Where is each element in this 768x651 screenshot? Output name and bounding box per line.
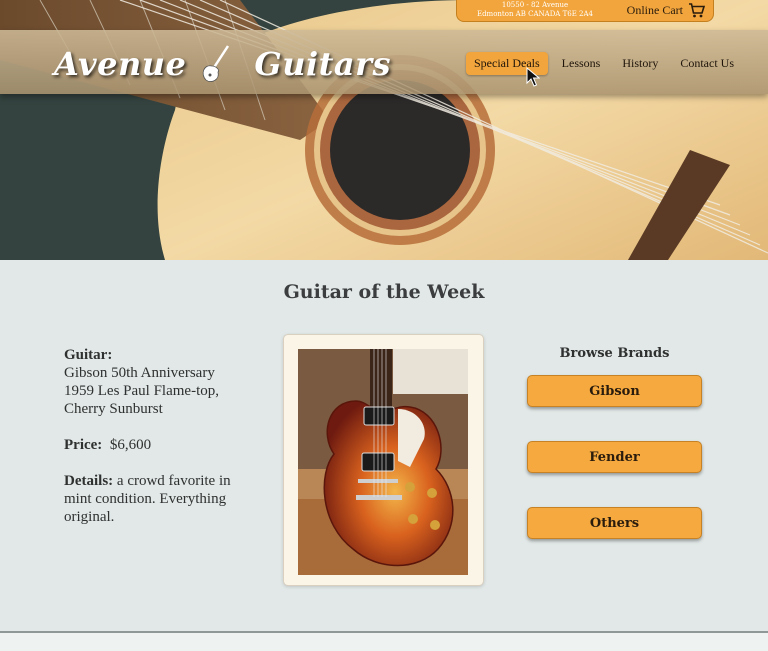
shopping-cart-icon [689, 3, 705, 18]
browse-brands-heading: Browse Brands [559, 346, 670, 361]
price-value: $6,600 [109, 437, 152, 453]
details-block: Details: a crowd favorite in mint condit… [64, 472, 244, 526]
details-label: Details: [64, 473, 114, 489]
price-block: Price: $6,600 [64, 436, 244, 454]
guitar-name: Gibson 50th Anniversary 1959 Les Paul Fl… [64, 365, 219, 417]
header-nav-band: Avenue Guitars Special Deals Lessons His… [0, 30, 768, 94]
footer-strip [0, 633, 768, 651]
guitar-name-block: Guitar: Gibson 50th Anniversary 1959 Les… [64, 346, 244, 418]
nav-contact-us[interactable]: Contact Us [672, 52, 742, 75]
address-line-2: Edmonton AB CANADA T6E 2A4 [476, 10, 594, 18]
site-logo[interactable]: Avenue Guitars [54, 44, 391, 84]
guitar-label: Guitar: [64, 347, 113, 363]
logo-word-guitars: Guitars [254, 45, 392, 83]
address-line-1: 10550 - 82 Avenue [501, 1, 569, 9]
price-label: Price: [64, 437, 103, 453]
online-cart-link[interactable]: Online Cart [627, 3, 705, 18]
main-nav: Special Deals Lessons History Contact Us [466, 52, 748, 75]
store-address: 10550 - 82 Avenue Edmonton AB CANADA T6E… [465, 1, 605, 19]
les-paul-guitar-photo [298, 349, 468, 575]
nav-lessons[interactable]: Lessons [554, 52, 609, 75]
hero-banner: 10550 - 82 Avenue Edmonton AB CANADA T6E… [0, 0, 768, 260]
mouse-pointer-icon [526, 67, 540, 87]
page-title: Guitar of the Week [283, 281, 485, 303]
contact-cart-bar: 10550 - 82 Avenue Edmonton AB CANADA T6E… [456, 0, 714, 22]
brand-button-others[interactable]: Others [527, 507, 702, 539]
brand-button-fender[interactable]: Fender [527, 441, 702, 473]
online-cart-label: Online Cart [626, 3, 683, 17]
guitar-info: Guitar: Gibson 50th Anniversary 1959 Les… [64, 346, 244, 544]
electric-guitar-icon [203, 45, 230, 82]
logo-word-avenue: Avenue [54, 45, 187, 83]
nav-history[interactable]: History [614, 52, 666, 75]
brand-button-gibson[interactable]: Gibson [527, 375, 702, 407]
guitar-photo-frame [283, 334, 484, 586]
